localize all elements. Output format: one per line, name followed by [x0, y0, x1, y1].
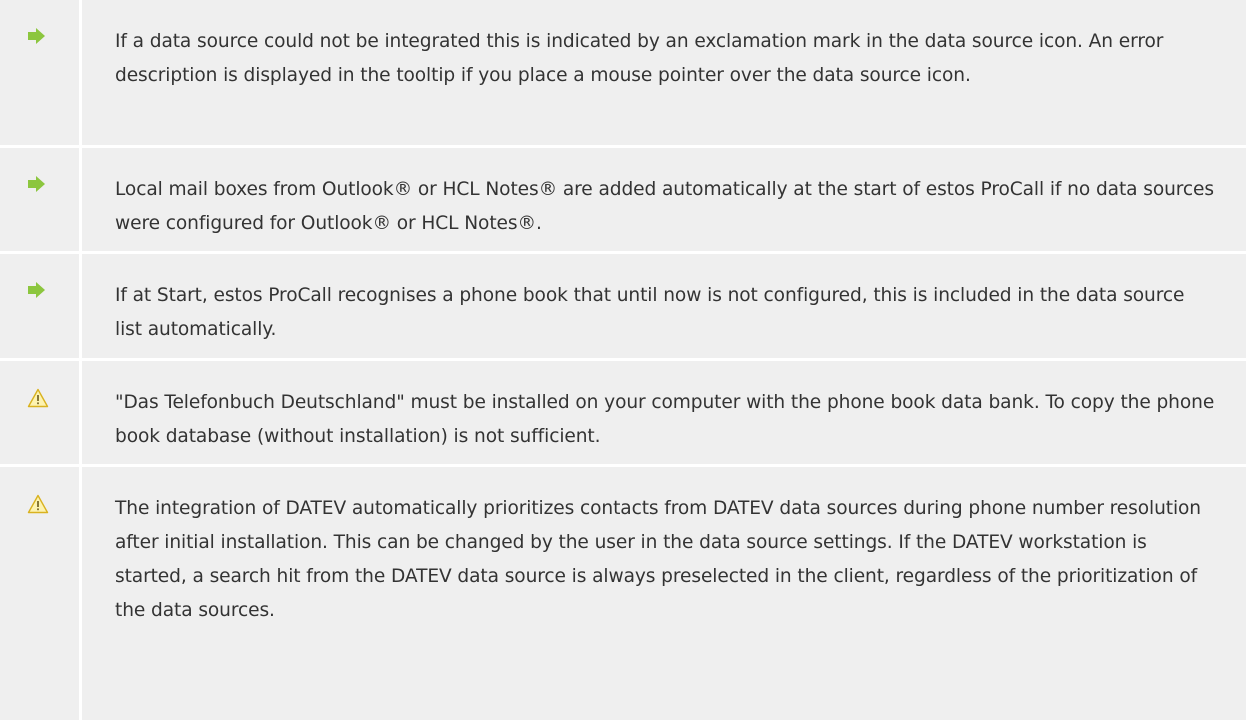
arrow-right-icon [27, 175, 49, 195]
note-text: The integration of DATEV automatically p… [115, 497, 1201, 621]
note-text: "Das Telefonbuch Deutschland" must be in… [115, 391, 1215, 447]
note-text-cell: The integration of DATEV automatically p… [81, 465, 1246, 720]
arrow-right-icon [27, 281, 49, 301]
note-icon-cell [0, 0, 82, 148]
note-row-5: The integration of DATEV automatically p… [0, 465, 1246, 720]
note-text-cell: If a data source could not be integrated… [80, 0, 1246, 148]
arrow-right-icon [27, 27, 49, 47]
note-text-cell: If at Start, estos ProCall recognises a … [80, 252, 1246, 361]
note-icon-cell [0, 465, 82, 720]
warning-triangle-icon [27, 494, 49, 514]
warning-triangle-icon [27, 388, 49, 408]
note-icon-cell [0, 359, 82, 467]
note-icon-cell [0, 252, 82, 361]
note-row-2: Local mail boxes from Outlook® or HCL No… [0, 146, 1246, 254]
note-row-4: "Das Telefonbuch Deutschland" must be in… [0, 359, 1246, 467]
note-text-cell: "Das Telefonbuch Deutschland" must be in… [80, 359, 1246, 467]
note-text: Local mail boxes from Outlook® or HCL No… [115, 178, 1214, 234]
notes-table: If a data source could not be integrated… [0, 0, 1246, 720]
note-row-3: If at Start, estos ProCall recognises a … [0, 252, 1246, 361]
note-text-cell: Local mail boxes from Outlook® or HCL No… [80, 146, 1246, 254]
note-row-1: If a data source could not be integrated… [0, 0, 1246, 148]
note-icon-cell [0, 146, 82, 254]
note-text: If a data source could not be integrated… [115, 31, 1164, 86]
note-text: If at Start, estos ProCall recognises a … [115, 284, 1185, 340]
